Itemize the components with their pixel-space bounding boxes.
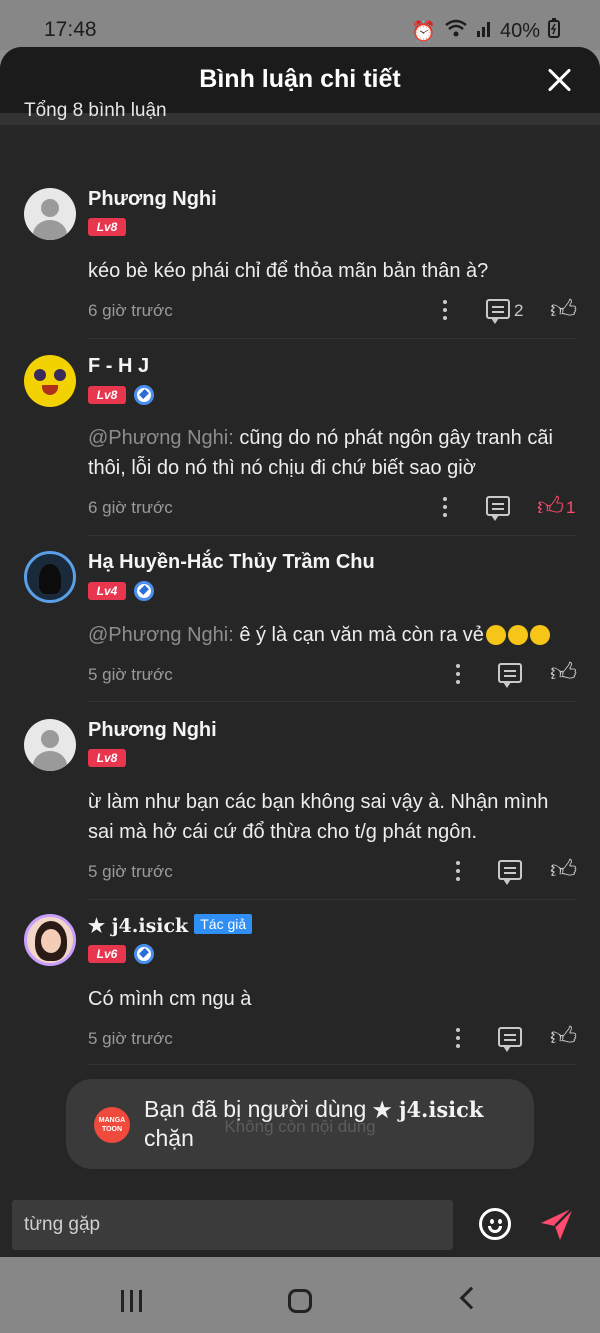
- user-badges: Lv8: [88, 218, 126, 236]
- comment-input[interactable]: [12, 1200, 453, 1250]
- mention[interactable]: @Phương Nghi:: [88, 427, 234, 449]
- status-bar: 17:48 ⏰ 40%: [0, 0, 600, 50]
- comment-body: ừ làm như bạn các bạn không sai vậy à. N…: [88, 791, 549, 843]
- system-nav-bar: [0, 1257, 600, 1333]
- level-badge: Lv4: [88, 582, 126, 600]
- reply-icon[interactable]: [498, 1027, 522, 1052]
- vip-badge-icon: [134, 944, 154, 964]
- halo-emoji-icon: [529, 625, 550, 645]
- comment-body: ê ý là cạn văn mà còn ra vẻ: [233, 624, 484, 646]
- disappointed-emoji-icon: [507, 625, 528, 645]
- recent-apps-icon[interactable]: [121, 1290, 143, 1312]
- like-icon[interactable]: 👍︎: [550, 296, 577, 322]
- more-options-icon[interactable]: [455, 861, 461, 883]
- comment-text: @Phương Nghi: ê ý là cạn văn mà còn ra v…: [88, 620, 568, 650]
- more-options-icon[interactable]: [455, 1028, 461, 1050]
- like-icon[interactable]: 👍︎: [550, 1023, 577, 1049]
- user-badges: Lv4: [88, 581, 154, 601]
- battery-charging-icon: [548, 18, 560, 44]
- reply-icon[interactable]: [486, 496, 510, 521]
- reply-count: 2: [514, 301, 524, 320]
- emoji-icon[interactable]: [479, 1208, 511, 1240]
- comment-text: kéo bè kéo phái chỉ để thỏa mãn bản thân…: [88, 256, 568, 286]
- comment-time: 5 giờ trước: [88, 1029, 173, 1048]
- toast-prefix: Bạn đã bị người dùng: [144, 1096, 373, 1122]
- comment-author[interactable]: Hạ Huyền-Hắc Thủy Trầm Chu: [88, 551, 375, 574]
- comment-author[interactable]: Phương Nghi: [88, 719, 217, 742]
- home-icon[interactable]: [288, 1289, 312, 1313]
- battery-percent: 40%: [499, 19, 540, 42]
- like-icon[interactable]: 👍︎: [550, 659, 577, 685]
- blocked-toast: Không còn nội dung MANGA TOON Bạn đã bị …: [66, 1079, 534, 1169]
- comment-text: Có mình cm ngu à: [88, 984, 568, 1014]
- alarm-icon: ⏰: [411, 20, 436, 43]
- avatar[interactable]: [24, 719, 76, 771]
- user-badges: Lv6: [88, 944, 154, 964]
- comment-author[interactable]: Phương Nghi: [88, 188, 217, 211]
- comment-author[interactable]: ★ j4.isick Tác giả: [88, 914, 253, 937]
- level-badge: Lv8: [88, 386, 126, 404]
- reply-icon[interactable]: [486, 299, 510, 324]
- toast-message: Bạn đã bị người dùng ★ j4.isick chặn: [144, 1095, 514, 1153]
- comment-time: 6 giờ trước: [88, 498, 173, 517]
- toast-suffix: chặn: [144, 1125, 194, 1151]
- comment-body: Có mình cm ngu à: [88, 988, 252, 1010]
- mention[interactable]: @Phương Nghi:: [88, 624, 234, 646]
- comment-divider: [88, 701, 576, 702]
- comment-text: @Phương Nghi: cũng do nó phát ngôn gây t…: [88, 423, 568, 483]
- vip-badge-icon: [134, 581, 154, 601]
- more-options-icon[interactable]: [442, 497, 448, 519]
- more-options-icon[interactable]: [442, 300, 448, 322]
- comment-author[interactable]: F - H J: [88, 355, 149, 378]
- like-count: 1: [566, 498, 576, 517]
- send-icon[interactable]: [538, 1205, 576, 1243]
- avatar[interactable]: [24, 355, 76, 407]
- close-icon[interactable]: [546, 67, 572, 93]
- comment-divider: [88, 1064, 576, 1065]
- rofl-emoji-icon: [485, 625, 506, 645]
- comment-divider: [88, 899, 576, 900]
- level-badge: Lv8: [88, 749, 126, 767]
- comment-total: Tổng 8 bình luận: [24, 100, 167, 121]
- signal-icon: [476, 19, 492, 43]
- back-icon[interactable]: [459, 1286, 483, 1310]
- avatar[interactable]: [24, 188, 76, 240]
- comment-divider: [88, 535, 576, 536]
- avatar[interactable]: [24, 914, 76, 966]
- comment-input-bar: · · · · · · ·: [0, 1198, 600, 1257]
- comment-divider: [88, 338, 576, 339]
- toast-blocked-user: ★ j4.isick: [372, 1097, 484, 1122]
- like-icon[interactable]: 👍︎: [537, 493, 564, 519]
- wifi-icon: [444, 19, 468, 43]
- comment-time: 5 giờ trước: [88, 862, 173, 881]
- level-badge: Lv6: [88, 945, 126, 963]
- comment-body: kéo bè kéo phái chỉ để thỏa mãn bản thân…: [88, 260, 489, 282]
- author-tag: Tác giả: [194, 914, 253, 934]
- comment-time: 5 giờ trước: [88, 665, 173, 684]
- avatar[interactable]: [24, 551, 76, 603]
- status-time: 17:48: [44, 18, 97, 41]
- reply-icon[interactable]: [498, 860, 522, 885]
- more-options-icon[interactable]: [455, 664, 461, 686]
- like-icon[interactable]: 👍︎: [550, 856, 577, 882]
- comment-time: 6 giờ trước: [88, 301, 173, 320]
- status-icons: ⏰ 40%: [411, 18, 560, 44]
- author-name[interactable]: ★ j4.isick: [88, 915, 188, 937]
- vip-badge-icon: [134, 385, 154, 405]
- level-badge: Lv8: [88, 218, 126, 236]
- user-badges: Lv8: [88, 385, 154, 405]
- user-badges: Lv8: [88, 749, 126, 767]
- mangatoon-logo-icon: MANGA TOON: [94, 1107, 130, 1143]
- comment-text: ừ làm như bạn các bạn không sai vậy à. N…: [88, 787, 568, 847]
- sheet-title: Bình luận chi tiết: [199, 65, 401, 93]
- reply-icon[interactable]: [498, 663, 522, 688]
